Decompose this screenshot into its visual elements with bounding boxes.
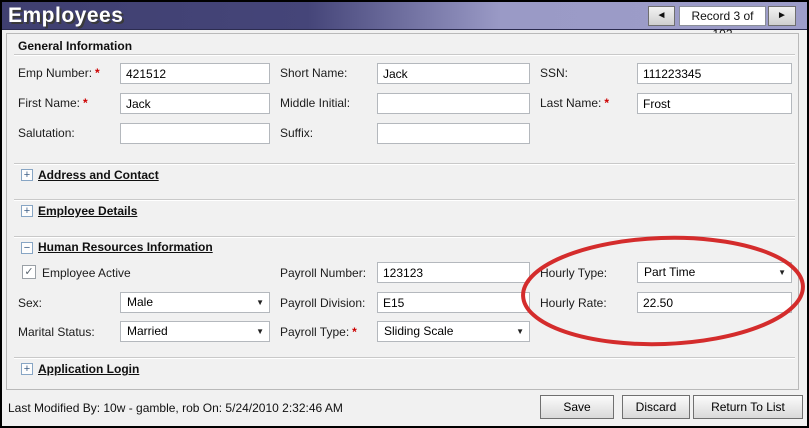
middle-initial-label: Middle Initial:	[280, 96, 350, 110]
minus-icon: −	[24, 242, 30, 254]
payroll-number-field[interactable]	[377, 262, 530, 283]
title-bar: Employees ◄ Record 3 of 102 ►	[2, 2, 807, 30]
employees-window: Employees ◄ Record 3 of 102 ► General In…	[0, 0, 809, 428]
hourly-rate-label: Hourly Rate:	[540, 296, 607, 310]
last-modified-text: Last Modified By: 10w - gamble, rob On: …	[8, 401, 343, 415]
section-application-login[interactable]: Application Login	[38, 362, 139, 376]
divider	[14, 199, 795, 201]
plus-icon: +	[24, 169, 30, 181]
sex-label: Sex:	[18, 296, 42, 310]
hourly-type-select[interactable]: Part Time ▼	[637, 262, 792, 283]
required-marker: *	[95, 66, 100, 80]
salutation-label: Salutation:	[18, 126, 75, 140]
hourly-type-label: Hourly Type:	[540, 266, 607, 280]
chevron-down-icon: ▼	[256, 328, 264, 336]
expand-application-login-button[interactable]: +	[21, 363, 33, 375]
last-name-field[interactable]	[637, 93, 792, 114]
payroll-type-label: Payroll Type:*	[280, 325, 357, 339]
ssn-label: SSN:	[540, 66, 568, 80]
previous-record-button[interactable]: ◄	[648, 6, 675, 26]
expand-address-button[interactable]: +	[21, 169, 33, 181]
section-employee-details[interactable]: Employee Details	[38, 204, 137, 218]
check-icon: ✓	[24, 266, 33, 278]
chevron-down-icon: ▼	[516, 328, 524, 336]
divider	[14, 54, 795, 56]
section-human-resources-information[interactable]: Human Resources Information	[38, 240, 213, 254]
salutation-field[interactable]	[120, 123, 270, 144]
required-marker: *	[604, 96, 609, 110]
chevron-down-icon: ▼	[778, 269, 786, 277]
record-counter: Record 3 of 102	[679, 6, 766, 26]
marital-status-label: Marital Status:	[18, 325, 95, 339]
chevron-down-icon: ▼	[256, 299, 264, 307]
payroll-number-label: Payroll Number:	[280, 266, 366, 280]
expand-employee-details-button[interactable]: +	[21, 205, 33, 217]
payroll-type-select[interactable]: Sliding Scale ▼	[377, 321, 530, 342]
emp-number-label: Emp Number:*	[18, 66, 100, 80]
save-button[interactable]: Save	[540, 395, 614, 419]
divider	[14, 357, 795, 359]
page-title: Employees	[8, 2, 123, 30]
collapse-hr-button[interactable]: −	[21, 242, 33, 254]
discard-button[interactable]: Discard	[622, 395, 690, 419]
hourly-rate-field[interactable]	[637, 292, 792, 313]
next-record-button[interactable]: ►	[768, 6, 796, 26]
marital-status-select[interactable]: Married ▼	[120, 321, 270, 342]
required-marker: *	[352, 325, 357, 339]
last-name-label: Last Name:*	[540, 96, 609, 110]
plus-icon: +	[24, 363, 30, 375]
divider	[14, 236, 795, 238]
payroll-division-field[interactable]	[377, 292, 530, 313]
arrow-right-icon: ►	[777, 10, 787, 21]
sex-select[interactable]: Male ▼	[120, 292, 270, 313]
suffix-field[interactable]	[377, 123, 530, 144]
section-address-and-contact[interactable]: Address and Contact	[38, 168, 159, 182]
first-name-field[interactable]	[120, 93, 270, 114]
employee-active-checkbox[interactable]: ✓	[22, 265, 36, 279]
required-marker: *	[83, 96, 88, 110]
section-general-information: General Information	[18, 39, 132, 53]
suffix-label: Suffix:	[280, 126, 313, 140]
short-name-field[interactable]	[377, 63, 530, 84]
divider	[14, 163, 795, 165]
employee-active-label: Employee Active	[42, 266, 131, 280]
first-name-label: First Name:*	[18, 96, 88, 110]
payroll-division-label: Payroll Division:	[280, 296, 365, 310]
middle-initial-field[interactable]	[377, 93, 530, 114]
short-name-label: Short Name:	[280, 66, 347, 80]
ssn-field[interactable]	[637, 63, 792, 84]
return-to-list-button[interactable]: Return To List	[693, 395, 803, 419]
emp-number-field[interactable]	[120, 63, 270, 84]
arrow-left-icon: ◄	[657, 10, 667, 21]
plus-icon: +	[24, 205, 30, 217]
